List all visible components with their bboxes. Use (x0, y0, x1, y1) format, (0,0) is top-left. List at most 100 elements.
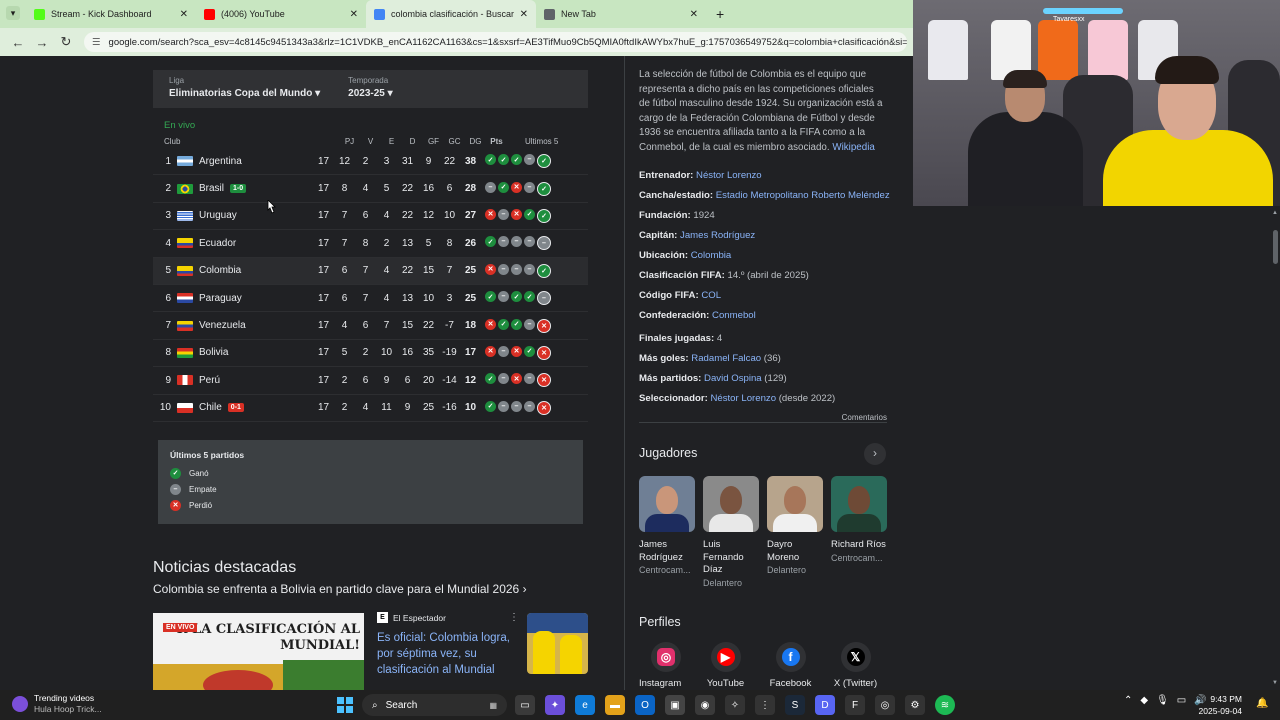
spotify-icon[interactable]: ≋ (935, 695, 955, 715)
check-icon[interactable]: ✓ (498, 154, 509, 166)
table-row[interactable]: 6 Paraguay 17 6 7 4 13 10 3 25 ✓ – ✓ ✓ – (153, 285, 588, 313)
minus-icon[interactable]: – (485, 181, 496, 193)
club-name[interactable]: Chile (199, 402, 222, 413)
cross-icon[interactable]: ✕ (485, 345, 496, 357)
browser-tab[interactable]: colombia clasificación - Buscar ✕ (366, 0, 536, 28)
browser-tab[interactable]: Stream - Kick Dashboard ✕ (26, 0, 196, 28)
minus-icon[interactable]: – (524, 400, 535, 412)
table-row[interactable]: 4 Ecuador 17 7 8 2 13 5 8 26 ✓ – – – – (153, 230, 588, 258)
check-icon[interactable]: ✓ (498, 318, 509, 330)
fact-link[interactable]: David Ospina (704, 373, 762, 384)
site-info-icon[interactable]: ☰ (92, 37, 101, 48)
check-icon[interactable]: ✓ (537, 263, 551, 278)
new-tab-button[interactable]: + (706, 0, 734, 28)
minus-icon[interactable]: – (511, 236, 522, 248)
scrollbar[interactable]: ▲ ▼ (1271, 206, 1280, 690)
check-icon[interactable]: ✓ (524, 291, 535, 303)
fact-link[interactable]: Néstor Lorenzo (696, 170, 762, 181)
cross-icon[interactable]: ✕ (485, 263, 496, 275)
microphone-icon[interactable]: 🎙 (1156, 695, 1169, 706)
notifications-icon[interactable]: 🔔 (1256, 698, 1268, 709)
season-select[interactable]: Temporada 2023-25 ▾ (348, 76, 393, 102)
profile-link[interactable]: f Facebook (758, 642, 823, 689)
widgets-button[interactable]: Trending videos Hula Hoop Trick... (12, 693, 102, 715)
task-view-icon[interactable]: ▭ (515, 695, 535, 715)
table-row[interactable]: 7 Venezuela 17 4 6 7 15 22 -7 18 ✕ ✓ ✓ – ✕ (153, 312, 588, 340)
address-bar[interactable]: ☰ google.com/search?sca_esv=4c8145c94513… (84, 32, 907, 52)
check-icon[interactable]: ✓ (485, 373, 496, 385)
close-icon[interactable]: ✕ (350, 9, 358, 20)
player-card[interactable]: Richard Ríos Centrocam... (831, 476, 887, 590)
monitor-icon[interactable]: ▭ (1177, 695, 1186, 706)
minus-icon[interactable]: – (524, 263, 535, 275)
store-icon[interactable]: ▣ (665, 695, 685, 715)
app-icon[interactable]: ✧ (725, 695, 745, 715)
club-name[interactable]: Venezuela (199, 320, 246, 331)
check-icon[interactable]: ✓ (524, 208, 535, 220)
comments-link[interactable]: Comentarios (639, 413, 887, 422)
edge-icon[interactable]: e (575, 695, 595, 715)
fact-link[interactable]: Conmebol (712, 310, 756, 321)
check-icon[interactable]: ✓ (511, 318, 522, 330)
table-row[interactable]: 10 Chile 0-1 17 2 4 11 9 25 -16 10 ✓ – – – ✕ (153, 395, 588, 422)
browser-tab[interactable]: New Tab ✕ (536, 0, 706, 28)
settings-icon[interactable]: ⚙ (905, 695, 925, 715)
player-card[interactable]: Dayro Moreno Delantero (767, 476, 823, 590)
minus-icon[interactable]: – (498, 345, 509, 357)
chrome-icon[interactable]: ◉ (695, 695, 715, 715)
minus-icon[interactable]: – (511, 400, 522, 412)
scroll-down-icon[interactable]: ▼ (1272, 680, 1278, 686)
league-select[interactable]: Liga Eliminatorias Copa del Mundo ▾ (169, 76, 320, 102)
minus-icon[interactable]: – (498, 263, 509, 275)
fact-link[interactable]: Radamel Falcao (691, 353, 761, 364)
table-row[interactable]: 8 Bolivia 17 5 2 10 16 35 -19 17 ✕ – ✕ ✓ ✕ (153, 340, 588, 368)
minus-icon[interactable]: – (498, 236, 509, 248)
minus-icon[interactable]: – (524, 181, 535, 193)
tab-search-icon[interactable]: ▾ (6, 6, 20, 20)
club-name[interactable]: Uruguay (199, 210, 237, 221)
app-icon[interactable]: F (845, 695, 865, 715)
player-photo[interactable] (831, 476, 887, 532)
players-next-button[interactable]: › (864, 443, 886, 465)
table-row[interactable]: 9 Perú 17 2 6 9 6 20 -14 12 ✓ – ✕ – ✕ (153, 367, 588, 395)
cross-icon[interactable]: ✕ (511, 181, 522, 193)
minus-icon[interactable]: – (511, 263, 522, 275)
club-name[interactable]: Colombia (199, 265, 241, 276)
close-icon[interactable]: ✕ (520, 9, 528, 20)
more-options-icon[interactable]: ⋮ (509, 612, 519, 623)
app-grid-icon[interactable]: ⋮ (755, 695, 775, 715)
copilot-icon[interactable]: ✦ (545, 695, 565, 715)
wikipedia-link[interactable]: Wikipedia (832, 142, 874, 153)
cross-icon[interactable]: ✕ (511, 345, 522, 357)
taskbar-clock[interactable]: 9:43 PM 2025-09-04 (1196, 693, 1242, 717)
table-row[interactable]: 3 Uruguay 17 7 6 4 22 12 10 27 ✕ – ✕ ✓ ✓ (153, 203, 588, 231)
windows-start-icon[interactable] (337, 697, 353, 713)
scroll-up-icon[interactable]: ▲ (1272, 210, 1278, 216)
minus-icon[interactable]: – (537, 236, 551, 251)
discord-icon[interactable]: D (815, 695, 835, 715)
fact-link[interactable]: Colombia (691, 250, 732, 261)
table-row[interactable]: 5 Colombia 17 6 7 4 22 15 7 25 ✕ – – – ✓ (153, 257, 588, 285)
table-row[interactable]: 1 Argentina 17 12 2 3 31 9 22 38 ✓ ✓ ✓ – ✓ (153, 148, 588, 176)
cross-icon[interactable]: ✕ (511, 208, 522, 220)
player-photo[interactable] (703, 476, 759, 532)
player-card[interactable]: James Rodríguez Centrocam... (639, 476, 695, 590)
club-name[interactable]: Perú (199, 375, 220, 386)
check-icon[interactable]: ✓ (485, 291, 496, 303)
check-icon[interactable]: ✓ (524, 345, 535, 357)
cross-icon[interactable]: ✕ (485, 318, 496, 330)
reload-icon[interactable]: ↻ (54, 34, 78, 50)
fact-link[interactable]: COL (701, 290, 721, 301)
cross-icon[interactable]: ✕ (537, 318, 551, 333)
check-icon[interactable]: ✓ (537, 154, 551, 169)
fact-link[interactable]: Néstor Lorenzo (710, 393, 776, 404)
cross-icon[interactable]: ✕ (537, 400, 551, 415)
profile-link[interactable]: 𝕏 X (Twitter) (823, 642, 888, 689)
check-icon[interactable]: ✓ (485, 154, 496, 166)
cross-icon[interactable]: ✕ (537, 345, 551, 360)
minus-icon[interactable]: – (524, 236, 535, 248)
minus-icon[interactable]: – (498, 291, 509, 303)
check-icon[interactable]: ✓ (537, 181, 551, 196)
chevron-up-icon[interactable]: ⌃ (1124, 695, 1132, 706)
club-name[interactable]: Argentina (199, 156, 242, 167)
